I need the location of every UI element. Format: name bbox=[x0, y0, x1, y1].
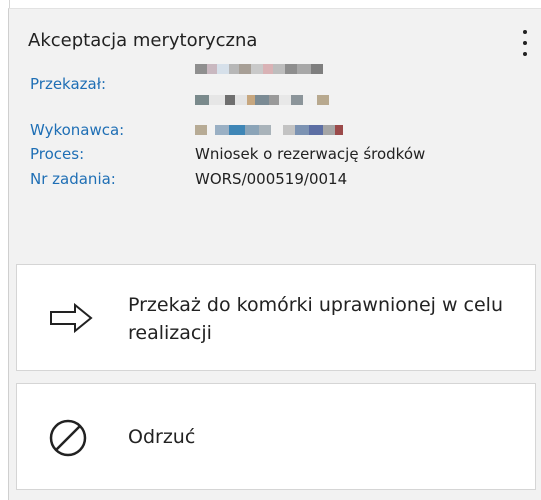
task-number-value: WORS/000519/0014 bbox=[195, 170, 348, 188]
assignee-label: Wykonawca: bbox=[30, 121, 125, 139]
kebab-menu-icon[interactable] bbox=[518, 30, 532, 56]
reject-action-button[interactable]: Odrzuć bbox=[16, 383, 536, 490]
forwarded-by-value-redacted-2 bbox=[195, 95, 329, 105]
forwarded-by-label: Przekazał: bbox=[30, 75, 107, 93]
forward-action-button[interactable]: Przekaż do komórki uprawnionej w celu re… bbox=[16, 264, 536, 371]
process-value: Wniosek o rezerwację środków bbox=[195, 145, 426, 163]
reject-action-label: Odrzuć bbox=[128, 426, 196, 448]
task-number-label: Nr zadania: bbox=[30, 170, 116, 188]
reject-circle-icon bbox=[49, 419, 87, 457]
forwarded-by-value-redacted bbox=[195, 64, 323, 74]
arrow-right-icon bbox=[50, 303, 93, 333]
process-label: Proces: bbox=[30, 145, 85, 163]
forward-action-label: Przekaż do komórki uprawnionej w celu re… bbox=[128, 294, 503, 344]
task-title: Akceptacja merytoryczna bbox=[28, 30, 258, 51]
assignee-value-redacted bbox=[195, 125, 343, 135]
